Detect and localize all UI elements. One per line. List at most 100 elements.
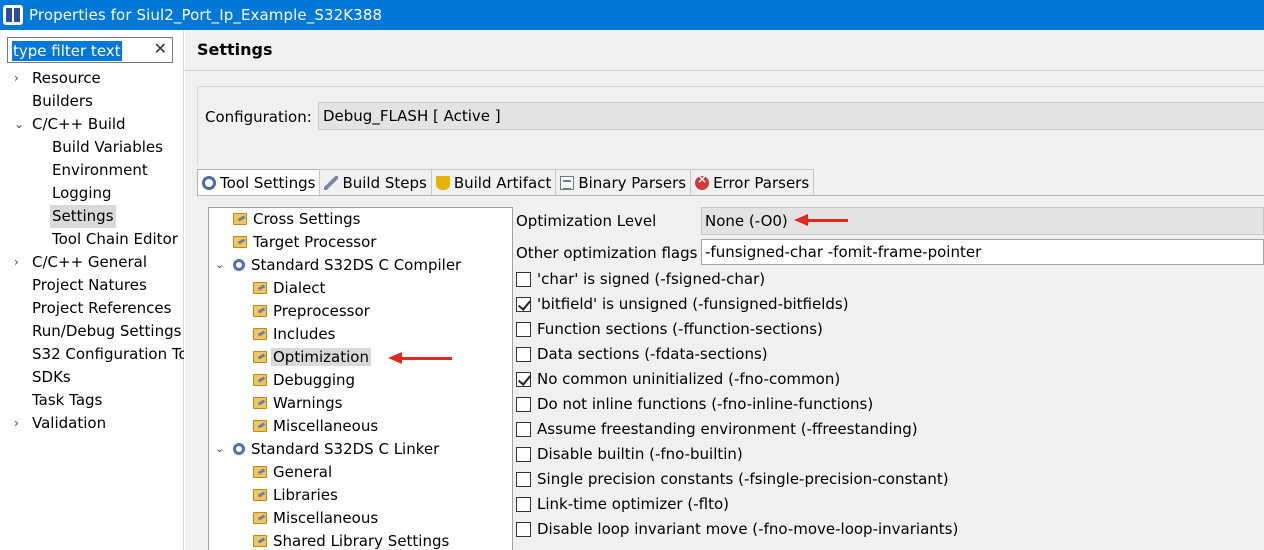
checkbox-checked[interactable] [516,296,531,312]
configuration-group: Configuration: Debug_FLASH [ Active ] [197,86,1264,166]
nav-item-logging[interactable]: Logging [0,182,184,205]
gear-icon [233,443,245,455]
folder-settings-icon [253,351,267,363]
tree-item-optimization[interactable]: Optimization [253,346,371,368]
checkbox-row-lto[interactable]: Link-time optimizer (-flto) [516,492,729,516]
tree-item-label: Miscellaneous [273,509,379,527]
checkbox-row-freestanding[interactable]: Assume freestanding environment (-ffrees… [516,417,918,441]
chevron-right-icon[interactable]: › [14,412,26,435]
checkbox-label: Disable loop invariant move (-fno-move-l… [537,520,959,538]
folder-settings-icon [253,282,267,294]
nav-item-tool-chain-editor[interactable]: Tool Chain Editor [0,228,184,251]
checkbox-row-unsigned-bitfields[interactable]: 'bitfield' is unsigned (-funsigned-bitfi… [516,292,849,316]
nav-item-project-natures[interactable]: Project Natures [0,274,184,297]
gear-icon [202,176,216,190]
checkbox[interactable] [516,321,531,337]
nav-item-run-debug-settings[interactable]: Run/Debug Settings [0,320,184,343]
tab-error-parsers[interactable]: Error Parsers [690,169,815,195]
tree-item-dialect[interactable]: Dialect [253,277,325,299]
tree-item-includes[interactable]: Includes [253,323,335,345]
checkbox-label: Data sections (-fdata-sections) [537,345,768,363]
nav-item-environment[interactable]: Environment [0,159,184,182]
tree-item-shared-library-settings[interactable]: Shared Library Settings [253,530,449,550]
window-title: Properties for Siul2_Port_Ip_Example_S32… [29,6,383,24]
folder-settings-icon [233,236,247,248]
tree-item-label: Standard S32DS C Compiler [251,256,462,274]
nav-item-cpp-general[interactable]: › C/C++ General [0,251,184,274]
tree-item-general[interactable]: General [253,461,332,483]
checkbox-label: Link-time optimizer (-flto) [537,495,729,513]
nav-item-settings[interactable]: Settings [0,205,184,228]
checkbox[interactable] [516,521,531,537]
page-title: Settings [197,40,273,59]
tree-item-linker-miscellaneous[interactable]: Miscellaneous [253,507,378,529]
tree-item-warnings[interactable]: Warnings [253,392,343,414]
chevron-right-icon[interactable]: › [14,67,26,90]
clear-filter-icon[interactable]: ✕ [154,39,167,58]
folder-settings-icon [233,213,247,225]
gear-icon [233,259,245,271]
tab-label: Error Parsers [713,173,810,192]
checkbox-row-signed-char[interactable]: 'char' is signed (-fsigned-char) [516,267,765,291]
nav-item-resource[interactable]: › Resource [0,67,184,90]
folder-settings-icon [253,489,267,501]
tab-build-steps[interactable]: Build Steps [319,169,432,195]
nav-tree: › Resource Builders ⌄ C/C++ Build Build Va… [0,67,184,435]
filter-text[interactable]: type filter text [12,41,122,61]
tree-item-label: Miscellaneous [273,417,379,435]
checkbox[interactable] [516,346,531,362]
tree-item-target-processor[interactable]: Target Processor [233,231,376,253]
chevron-down-icon[interactable]: ⌄ [215,438,224,460]
tree-item-libraries[interactable]: Libraries [253,484,338,506]
tree-item-compiler-miscellaneous[interactable]: Miscellaneous [253,415,378,437]
chevron-down-icon[interactable]: ⌄ [14,113,26,136]
checkbox-row-no-move-loop-invariants[interactable]: Disable loop invariant move (-fno-move-l… [516,517,958,541]
tree-item-label: Libraries [273,486,338,504]
checkbox-row-no-common[interactable]: No common uninitialized (-fno-common) [516,367,840,391]
checkbox-row-no-inline-functions[interactable]: Do not inline functions (-fno-inline-fun… [516,392,873,416]
checkbox[interactable] [516,396,531,412]
nav-item-project-references[interactable]: Project References [0,297,184,320]
filter-field[interactable]: type filter text ✕ [7,37,173,63]
checkbox[interactable] [516,496,531,512]
nav-item-label: C/C++ General [32,253,148,271]
nav-item-cpp-build[interactable]: ⌄ C/C++ Build [0,113,184,136]
tab-label: Binary Parsers [578,173,687,192]
chevron-down-icon[interactable]: ⌄ [215,254,224,276]
tab-tool-settings[interactable]: Tool Settings [197,169,321,196]
checkbox[interactable] [516,271,531,287]
nav-item-builders[interactable]: Builders [0,90,184,113]
nav-item-task-tags[interactable]: Task Tags [0,389,184,412]
checkbox-row-data-sections[interactable]: Data sections (-fdata-sections) [516,342,768,366]
window-titlebar: Properties for Siul2_Port_Ip_Example_S32… [0,0,1264,30]
checkbox-row-single-precision[interactable]: Single precision constants (-fsingle-pre… [516,467,949,491]
tab-binary-parsers[interactable]: Binary Parsers [555,169,692,195]
tree-item-debugging[interactable]: Debugging [253,369,355,391]
nav-item-label: Project References [32,299,172,317]
tree-item-c-compiler[interactable]: ⌄ Standard S32DS C Compiler [215,254,462,276]
checkbox[interactable] [516,421,531,437]
nav-item-validation[interactable]: › Validation [0,412,184,435]
optimization-level-select[interactable]: None (-O0) [701,207,1264,235]
nav-item-sdks[interactable]: SDKs [0,366,184,389]
checkbox-row-no-builtin[interactable]: Disable builtin (-fno-builtin) [516,442,743,466]
tool-settings-content: Cross Settings Target Processor ⌄ Standar… [197,195,1264,550]
tree-item-preprocessor[interactable]: Preprocessor [253,300,370,322]
tree-item-cross-settings[interactable]: Cross Settings [233,208,360,230]
configuration-select[interactable]: Debug_FLASH [ Active ] [318,102,1264,130]
nav-item-build-variables[interactable]: Build Variables [0,136,184,159]
checkbox[interactable] [516,471,531,487]
page-header: Settings [185,30,1264,71]
other-flags-input[interactable]: -funsigned-char -fomit-frame-pointer [701,239,1264,265]
checkbox[interactable] [516,446,531,462]
tree-item-c-linker[interactable]: ⌄ Standard S32DS C Linker [215,438,439,460]
tree-item-label: Includes [273,325,336,343]
nav-item-label: SDKs [32,368,71,386]
checkbox-checked[interactable] [516,371,531,387]
checkbox-label: Do not inline functions (-fno-inline-fun… [537,395,874,413]
tab-build-artifact[interactable]: Build Artifact [430,169,557,195]
checkbox-row-function-sections[interactable]: Function sections (-ffunction-sections) [516,317,823,341]
error-icon [695,172,710,190]
nav-item-s32-configuration-tools[interactable]: S32 Configuration Tools [0,343,184,366]
chevron-right-icon[interactable]: › [14,251,26,274]
